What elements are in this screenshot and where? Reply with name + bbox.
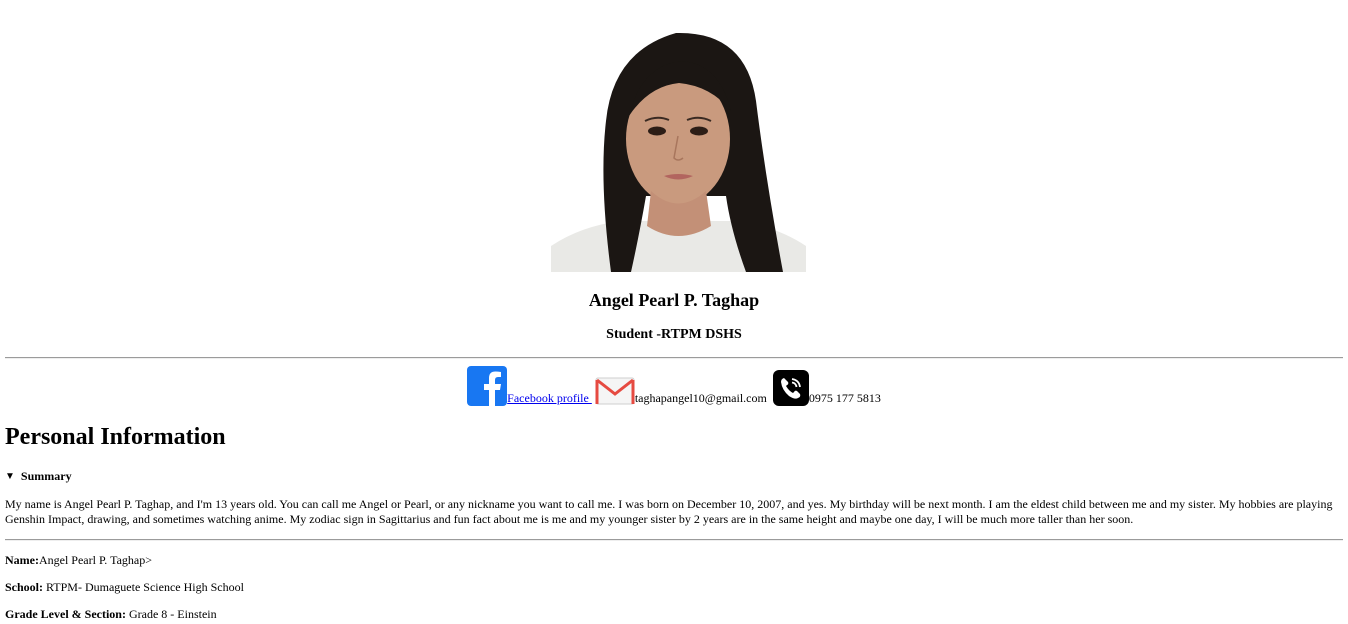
section-title-personal-information: Personal Information [5, 424, 226, 450]
summary-label: Summary [20, 469, 72, 483]
divider [5, 357, 1343, 359]
summary-toggle[interactable]: ▼ Summary [5, 469, 72, 484]
profile-photo [551, 31, 806, 272]
caret-down-icon: ▼ [5, 471, 15, 482]
gmail-icon [595, 377, 635, 405]
detail-school-value: RTPM- Dumaguete Science High School [43, 580, 244, 594]
facebook-profile-link[interactable]: Facebook profile [507, 391, 592, 405]
profile-name: Angel Pearl P. Taghap [588, 290, 760, 310]
detail-grade-value: Grade 8 - Einstein [125, 607, 217, 621]
viber-phone-icon [772, 370, 809, 406]
divider [5, 539, 1343, 541]
profile-role: Student -RTPM DSHS [606, 327, 742, 342]
email-address: taghapangel10@gmail.com [634, 391, 767, 405]
detail-grade: Grade Level & Section: Grade 8 - Einstei… [5, 607, 217, 622]
detail-grade-label: Grade Level & Section: [5, 607, 126, 621]
facebook-icon[interactable] [467, 366, 508, 406]
detail-name-label: Name: [5, 553, 39, 567]
detail-school-label: School: [5, 580, 44, 594]
contact-bar: Facebook profile taghapangel10@gmail.com… [0, 366, 1348, 408]
detail-name-value: Angel Pearl P. Taghap> [38, 553, 153, 567]
phone-number: 0975 177 5813 [808, 391, 881, 405]
detail-name: Name:Angel Pearl P. Taghap> [5, 553, 152, 568]
summary-text: My name is Angel Pearl P. Taghap, and I'… [5, 497, 1333, 526]
detail-school: School: RTPM- Dumaguete Science High Sch… [5, 580, 244, 595]
